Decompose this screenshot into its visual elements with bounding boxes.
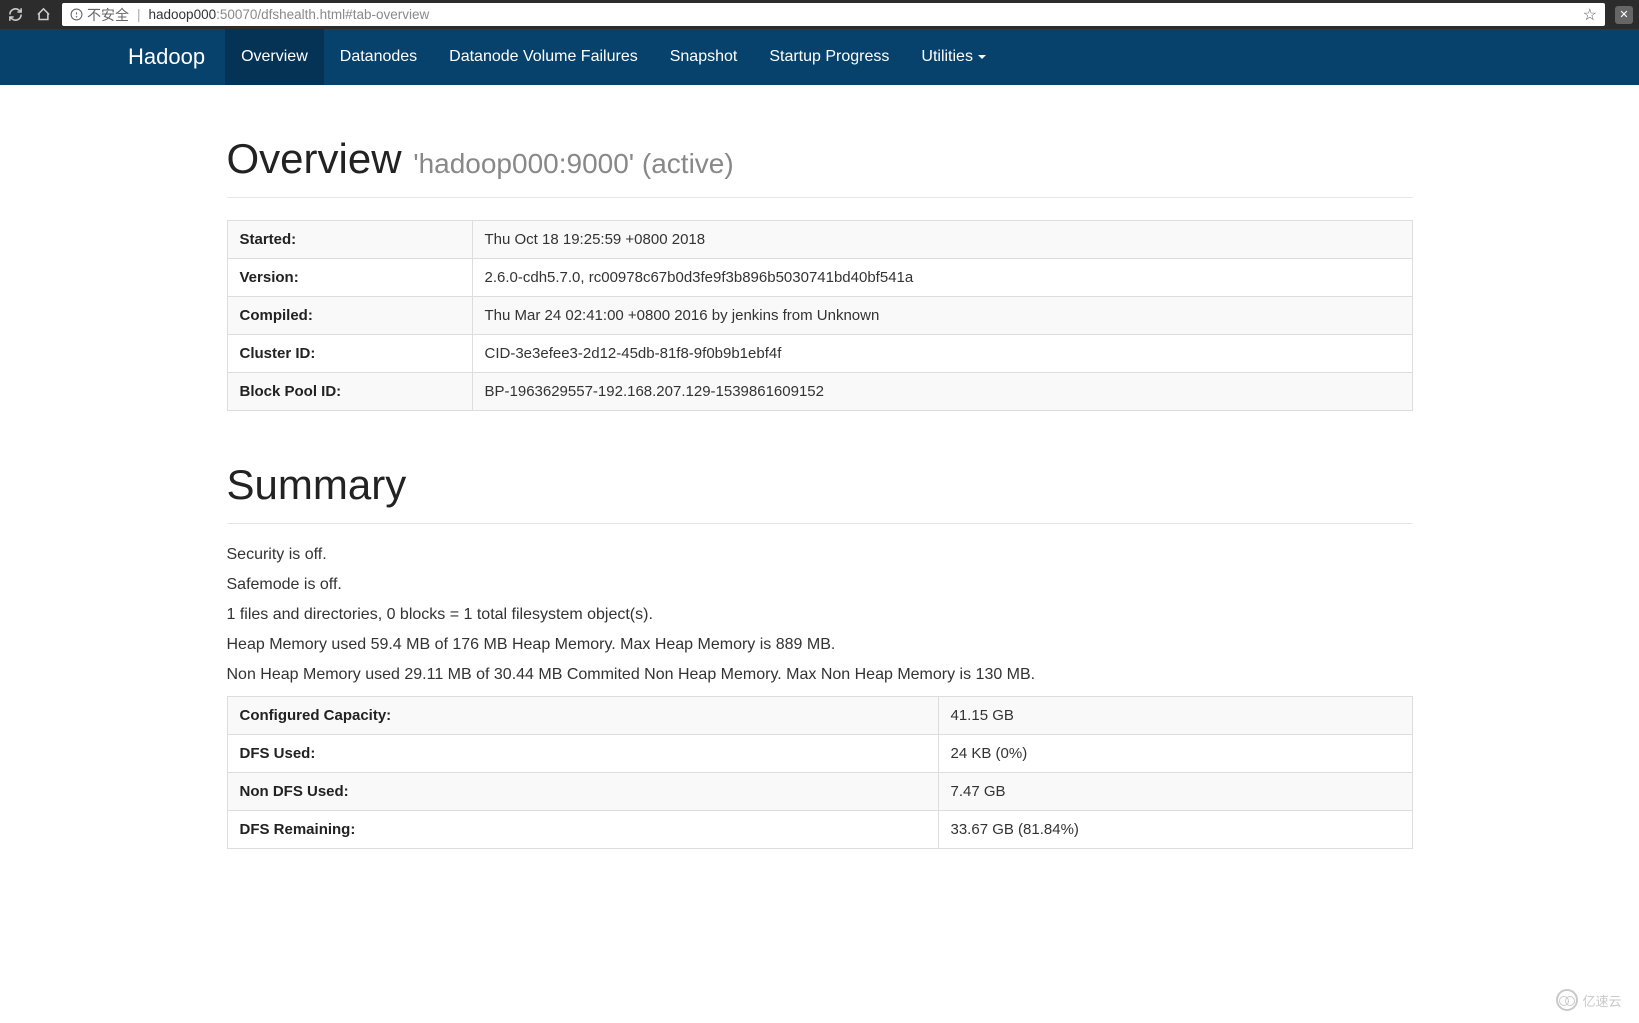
row-label: DFS Remaining: [227,811,938,849]
extension-close-icon[interactable]: ✕ [1615,6,1633,24]
tab-utilities-label: Utilities [921,48,973,66]
bookmark-star-icon[interactable]: ☆ [1583,5,1597,25]
row-label: Block Pool ID: [227,373,472,411]
row-label: Version: [227,259,472,297]
chevron-down-icon [978,55,986,59]
table-row: DFS Remaining: 33.67 GB (81.84%) [227,811,1412,849]
summary-table: Configured Capacity: 41.15 GB DFS Used: … [227,696,1413,849]
table-row: Block Pool ID: BP-1963629557-192.168.207… [227,373,1412,411]
tab-datanodes[interactable]: Datanodes [324,29,433,85]
url-host: hadoop000 [149,7,217,22]
row-label: DFS Used: [227,735,938,773]
browser-toolbar: 不安全 | hadoop000:50070/dfshealth.html#tab… [0,0,1639,29]
url-text: hadoop000:50070/dfshealth.html#tab-overv… [149,7,430,22]
row-value: 2.6.0-cdh5.7.0, rc00978c67b0d3fe9f3b896b… [472,259,1412,297]
table-row: Non DFS Used: 7.47 GB [227,773,1412,811]
summary-line: Safemode is off. [227,576,1413,594]
row-label: Cluster ID: [227,335,472,373]
url-separator: | [137,7,141,22]
tab-overview[interactable]: Overview [225,29,324,85]
home-icon[interactable] [34,6,52,24]
tab-utilities[interactable]: Utilities [905,29,1002,85]
watermark-text: 亿速云 [1582,991,1621,1010]
row-label: Started: [227,221,472,259]
insecure-label: 不安全 [87,5,129,25]
table-row: Started: Thu Oct 18 19:25:59 +0800 2018 [227,221,1412,259]
summary-line: Heap Memory used 59.4 MB of 176 MB Heap … [227,636,1413,654]
row-label: Configured Capacity: [227,697,938,735]
row-value: BP-1963629557-192.168.207.129-1539861609… [472,373,1412,411]
table-row: Version: 2.6.0-cdh5.7.0, rc00978c67b0d3f… [227,259,1412,297]
summary-line: Security is off. [227,546,1413,564]
main-nav: Hadoop Overview Datanodes Datanode Volum… [0,29,1639,85]
page-title: Overview 'hadoop000:9000' (active) [227,135,1413,198]
row-value: 33.67 GB (81.84%) [938,811,1412,849]
reload-icon[interactable] [6,6,24,24]
watermark: 亿速云 [1549,985,1629,1015]
overview-subtitle: 'hadoop000:9000' (active) [413,148,733,179]
overview-table: Started: Thu Oct 18 19:25:59 +0800 2018 … [227,220,1413,411]
security-status: 不安全 [70,5,129,25]
row-value: CID-3e3efee3-2d12-45db-81f8-9f0b9b1ebf4f [472,335,1412,373]
summary-line: Non Heap Memory used 29.11 MB of 30.44 M… [227,666,1413,684]
row-value: Thu Mar 24 02:41:00 +0800 2016 by jenkin… [472,297,1412,335]
tab-startup-progress[interactable]: Startup Progress [753,29,905,85]
row-value: 24 KB (0%) [938,735,1412,773]
table-row: DFS Used: 24 KB (0%) [227,735,1412,773]
table-row: Compiled: Thu Mar 24 02:41:00 +0800 2016… [227,297,1412,335]
address-bar[interactable]: 不安全 | hadoop000:50070/dfshealth.html#tab… [62,3,1605,26]
row-value: 7.47 GB [938,773,1412,811]
brand-logo[interactable]: Hadoop [128,29,225,85]
tab-snapshot[interactable]: Snapshot [654,29,754,85]
main-content: Overview 'hadoop000:9000' (active) Start… [215,135,1425,849]
row-value: Thu Oct 18 19:25:59 +0800 2018 [472,221,1412,259]
row-label: Non DFS Used: [227,773,938,811]
summary-heading: Summary [227,461,1413,524]
overview-heading: Overview [227,135,402,182]
tab-datanode-volume-failures[interactable]: Datanode Volume Failures [433,29,654,85]
url-path: :50070/dfshealth.html#tab-overview [216,7,429,22]
row-label: Compiled: [227,297,472,335]
table-row: Configured Capacity: 41.15 GB [227,697,1412,735]
row-value: 41.15 GB [938,697,1412,735]
watermark-logo-icon [1556,989,1578,1011]
table-row: Cluster ID: CID-3e3efee3-2d12-45db-81f8-… [227,335,1412,373]
summary-line: 1 files and directories, 0 blocks = 1 to… [227,606,1413,624]
